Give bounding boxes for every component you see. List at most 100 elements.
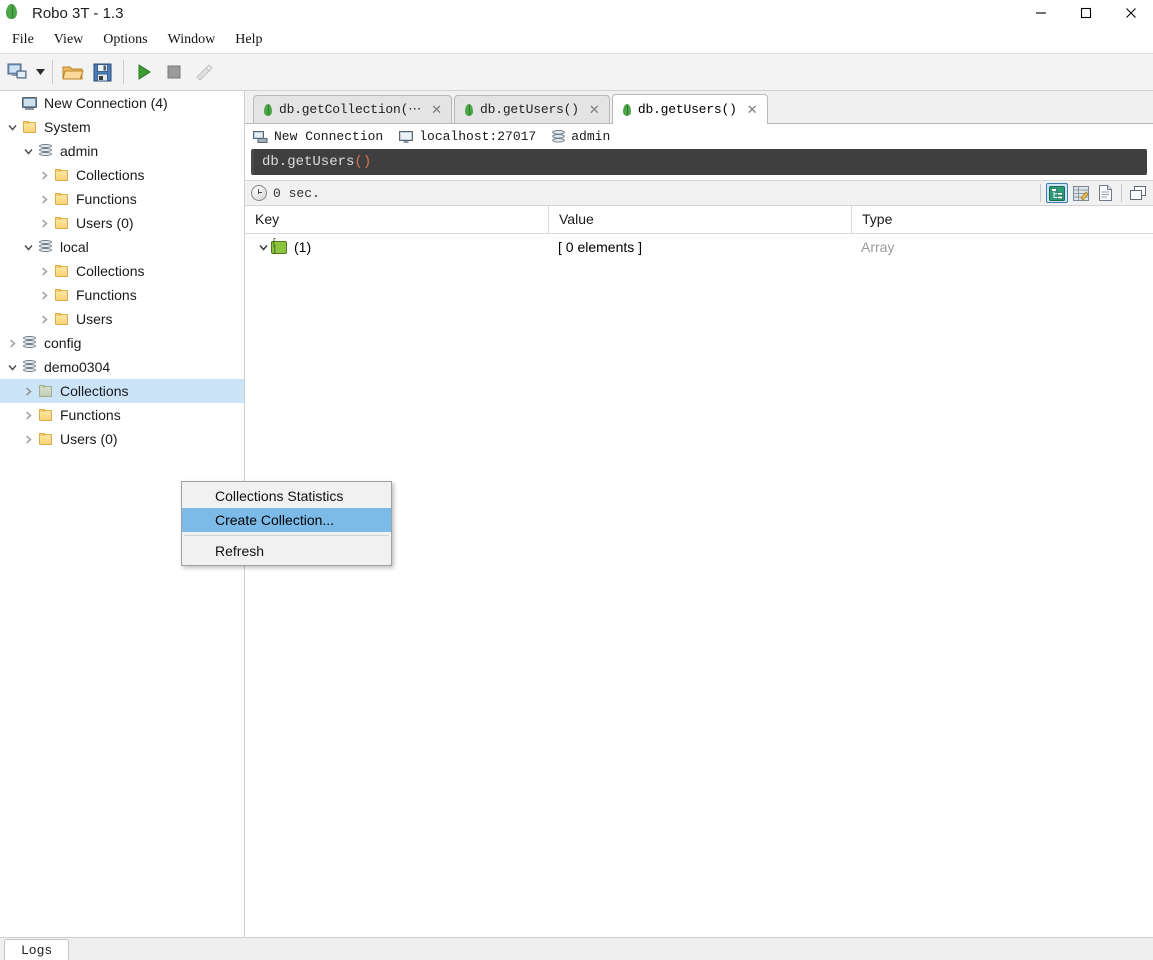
folder-icon	[36, 430, 54, 448]
tree-item-local[interactable]: local	[0, 235, 244, 259]
folder-icon	[52, 262, 70, 280]
tree-item-system[interactable]: System	[0, 115, 244, 139]
chevron-right-icon[interactable]	[36, 187, 52, 211]
chevron-right-icon[interactable]	[36, 163, 52, 187]
collections-context-menu[interactable]: Collections Statistics Create Collection…	[181, 481, 392, 566]
tree-item-local-collections[interactable]: Collections	[0, 259, 244, 283]
chevron-right-icon[interactable]	[4, 331, 20, 355]
tree-item-admin-functions[interactable]: Functions	[0, 187, 244, 211]
explain-button[interactable]	[189, 57, 219, 87]
folder-icon	[20, 118, 38, 136]
tree-item-label: Users	[76, 311, 113, 327]
connect-button[interactable]	[3, 57, 33, 87]
result-value-cell: [ 0 elements ]	[558, 239, 643, 255]
tab-label: db.getCollection(⋯	[279, 102, 422, 117]
close-button[interactable]	[1108, 0, 1153, 26]
tree-item-local-functions[interactable]: Functions	[0, 283, 244, 307]
folder-icon	[36, 406, 54, 424]
open-script-button[interactable]	[58, 57, 88, 87]
chevron-down-icon[interactable]	[4, 355, 20, 379]
table-view-button[interactable]	[1070, 183, 1092, 203]
toolbar-separator-1	[52, 60, 53, 84]
results-grid[interactable]: Key Value Type [ ] (1) [ 0 elements ] Ar…	[245, 206, 1153, 937]
tab-db-getusers-1[interactable]: db.getUsers() ✕	[454, 95, 610, 123]
detach-window-button[interactable]	[1127, 183, 1149, 203]
results-view-controls	[1036, 181, 1153, 205]
text-view-button[interactable]	[1094, 183, 1116, 203]
menu-file[interactable]: File	[2, 29, 44, 51]
column-header-type[interactable]: Type	[851, 206, 1153, 233]
array-icon: [ ]	[271, 239, 287, 255]
main-split: New Connection (4) System admin Collecti…	[0, 91, 1153, 937]
query-editor[interactable]: db.getUsers()	[251, 149, 1147, 175]
folder-icon	[36, 382, 54, 400]
folder-icon	[52, 286, 70, 304]
tree-item-label: Users (0)	[76, 215, 134, 231]
chevron-down-icon[interactable]	[255, 234, 271, 260]
chevron-down-icon[interactable]	[20, 139, 36, 163]
chevron-right-icon[interactable]	[20, 427, 36, 451]
chevron-down-icon[interactable]	[20, 235, 36, 259]
tree-item-label: Collections	[76, 263, 145, 279]
connection-name-chunk[interactable]: New Connection	[253, 129, 383, 144]
tab-label: db.getUsers()	[480, 102, 579, 117]
monitor-icon	[399, 130, 414, 143]
tree-item-demo0304-functions[interactable]: Functions	[0, 403, 244, 427]
results-toolbar: 0 sec.	[245, 180, 1153, 206]
host-chunk[interactable]: localhost:27017	[399, 129, 536, 144]
tree-view-button[interactable]	[1046, 183, 1068, 203]
toolbar-divider	[1040, 184, 1041, 202]
tree-item-local-users[interactable]: Users	[0, 307, 244, 331]
save-script-button[interactable]	[88, 57, 118, 87]
maximize-button[interactable]	[1063, 0, 1108, 26]
context-menu-item-refresh[interactable]: Refresh	[182, 539, 391, 563]
context-menu-item-create-collection[interactable]: Create Collection...	[182, 508, 391, 532]
server-icon	[253, 130, 268, 143]
mongodb-leaf-icon	[264, 103, 272, 116]
toolbar-separator-2	[123, 60, 124, 84]
menu-options[interactable]: Options	[93, 29, 157, 51]
menu-help[interactable]: Help	[225, 29, 272, 51]
tree-item-label: Users (0)	[60, 431, 118, 447]
chevron-down-icon[interactable]	[4, 115, 20, 139]
tab-db-getusers-2[interactable]: db.getUsers() ✕	[611, 94, 768, 124]
tab-close-icon[interactable]: ✕	[430, 102, 443, 117]
menu-window[interactable]: Window	[158, 29, 226, 51]
chevron-right-icon[interactable]	[36, 211, 52, 235]
result-key-cell[interactable]: [ ] (1)	[245, 234, 548, 260]
tree-item-demo0304-users[interactable]: Users (0)	[0, 427, 244, 451]
logs-tab[interactable]: Logs	[4, 939, 70, 960]
title-bar: Robo 3T - 1.3	[0, 0, 1153, 26]
chevron-right-icon[interactable]	[36, 283, 52, 307]
table-row[interactable]: [ ] (1) [ 0 elements ] Array	[245, 234, 1153, 260]
menu-view[interactable]: View	[44, 29, 93, 51]
main-toolbar	[0, 53, 1153, 91]
tree-item-admin[interactable]: admin	[0, 139, 244, 163]
tree-item-demo0304[interactable]: demo0304	[0, 355, 244, 379]
execute-button[interactable]	[129, 57, 159, 87]
tree-item-config[interactable]: config	[0, 331, 244, 355]
chevron-right-icon[interactable]	[20, 403, 36, 427]
tab-close-icon[interactable]: ✕	[746, 102, 759, 117]
chevron-right-icon[interactable]	[36, 307, 52, 331]
clock-icon	[251, 185, 267, 201]
tab-db-getcollection[interactable]: db.getCollection(⋯ ✕	[253, 95, 453, 123]
tree-item-label: New Connection (4)	[44, 95, 168, 111]
column-header-key[interactable]: Key	[245, 206, 548, 233]
tab-close-icon[interactable]: ✕	[588, 102, 601, 117]
twisty-placeholder	[4, 91, 20, 115]
tree-item-admin-users[interactable]: Users (0)	[0, 211, 244, 235]
context-menu-item-collections-statistics[interactable]: Collections Statistics	[182, 484, 391, 508]
chevron-right-icon[interactable]	[36, 259, 52, 283]
column-header-value[interactable]: Value	[548, 206, 851, 233]
tree-item-admin-collections[interactable]: Collections	[0, 163, 244, 187]
query-code-main: db.getUsers	[262, 154, 355, 170]
tree-item-demo0304-collections[interactable]: Collections	[0, 379, 244, 403]
connect-dropdown-caret[interactable]	[33, 57, 47, 87]
stop-button[interactable]	[159, 57, 189, 87]
minimize-button[interactable]	[1018, 0, 1063, 26]
folder-icon	[52, 214, 70, 232]
tree-item-new-connection[interactable]: New Connection (4)	[0, 91, 244, 115]
database-chunk[interactable]: admin	[552, 129, 610, 144]
chevron-right-icon[interactable]	[20, 379, 36, 403]
